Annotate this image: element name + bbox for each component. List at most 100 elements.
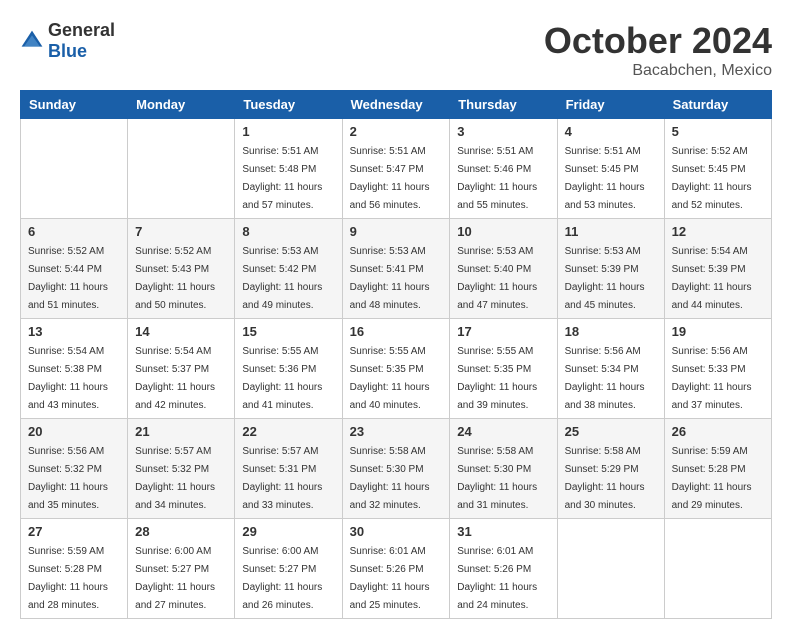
day-number: 23 bbox=[350, 424, 443, 439]
day-info: Sunrise: 5:51 AMSunset: 5:47 PMDaylight:… bbox=[350, 146, 430, 211]
day-number: 19 bbox=[672, 324, 764, 339]
calendar-day-cell: 15 Sunrise: 5:55 AMSunset: 5:36 PMDaylig… bbox=[235, 319, 342, 419]
calendar-day-cell: 9 Sunrise: 5:53 AMSunset: 5:41 PMDayligh… bbox=[342, 219, 450, 319]
day-info: Sunrise: 5:51 AMSunset: 5:45 PMDaylight:… bbox=[565, 146, 645, 211]
day-number: 6 bbox=[28, 224, 120, 239]
calendar-day-cell: 4 Sunrise: 5:51 AMSunset: 5:45 PMDayligh… bbox=[557, 119, 664, 219]
calendar-day-cell: 2 Sunrise: 5:51 AMSunset: 5:47 PMDayligh… bbox=[342, 119, 450, 219]
day-number: 7 bbox=[135, 224, 227, 239]
day-info: Sunrise: 5:57 AMSunset: 5:31 PMDaylight:… bbox=[242, 446, 322, 511]
day-info: Sunrise: 5:51 AMSunset: 5:46 PMDaylight:… bbox=[457, 146, 537, 211]
calendar-day-cell: 18 Sunrise: 5:56 AMSunset: 5:34 PMDaylig… bbox=[557, 319, 664, 419]
title-section: October 2024 Bacabchen, Mexico bbox=[544, 20, 772, 80]
day-info: Sunrise: 5:53 AMSunset: 5:39 PMDaylight:… bbox=[565, 246, 645, 311]
day-info: Sunrise: 6:01 AMSunset: 5:26 PMDaylight:… bbox=[457, 546, 537, 611]
calendar-day-cell: 14 Sunrise: 5:54 AMSunset: 5:37 PMDaylig… bbox=[128, 319, 235, 419]
day-info: Sunrise: 5:54 AMSunset: 5:38 PMDaylight:… bbox=[28, 346, 108, 411]
day-info: Sunrise: 5:53 AMSunset: 5:41 PMDaylight:… bbox=[350, 246, 430, 311]
day-number: 14 bbox=[135, 324, 227, 339]
day-number: 26 bbox=[672, 424, 764, 439]
calendar-day-cell: 10 Sunrise: 5:53 AMSunset: 5:40 PMDaylig… bbox=[450, 219, 557, 319]
weekday-header: Friday bbox=[557, 91, 664, 119]
day-number: 22 bbox=[242, 424, 334, 439]
calendar-day-cell: 30 Sunrise: 6:01 AMSunset: 5:26 PMDaylig… bbox=[342, 519, 450, 619]
day-number: 4 bbox=[565, 124, 657, 139]
day-number: 15 bbox=[242, 324, 334, 339]
logo: General Blue bbox=[20, 20, 115, 62]
day-info: Sunrise: 5:52 AMSunset: 5:44 PMDaylight:… bbox=[28, 246, 108, 311]
logo-text-blue: Blue bbox=[48, 41, 87, 61]
day-info: Sunrise: 5:58 AMSunset: 5:30 PMDaylight:… bbox=[350, 446, 430, 511]
weekday-header: Sunday bbox=[21, 91, 128, 119]
day-info: Sunrise: 5:59 AMSunset: 5:28 PMDaylight:… bbox=[672, 446, 752, 511]
calendar-day-cell: 19 Sunrise: 5:56 AMSunset: 5:33 PMDaylig… bbox=[664, 319, 771, 419]
day-number: 29 bbox=[242, 524, 334, 539]
calendar-day-cell bbox=[664, 519, 771, 619]
calendar-day-cell: 28 Sunrise: 6:00 AMSunset: 5:27 PMDaylig… bbox=[128, 519, 235, 619]
day-number: 12 bbox=[672, 224, 764, 239]
day-number: 18 bbox=[565, 324, 657, 339]
weekday-header: Monday bbox=[128, 91, 235, 119]
calendar-day-cell: 6 Sunrise: 5:52 AMSunset: 5:44 PMDayligh… bbox=[21, 219, 128, 319]
calendar-day-cell: 7 Sunrise: 5:52 AMSunset: 5:43 PMDayligh… bbox=[128, 219, 235, 319]
day-number: 10 bbox=[457, 224, 549, 239]
weekday-header: Thursday bbox=[450, 91, 557, 119]
day-number: 31 bbox=[457, 524, 549, 539]
calendar-day-cell: 17 Sunrise: 5:55 AMSunset: 5:35 PMDaylig… bbox=[450, 319, 557, 419]
day-number: 5 bbox=[672, 124, 764, 139]
month-title: October 2024 bbox=[544, 20, 772, 62]
day-number: 13 bbox=[28, 324, 120, 339]
calendar-day-cell: 29 Sunrise: 6:00 AMSunset: 5:27 PMDaylig… bbox=[235, 519, 342, 619]
calendar-day-cell: 27 Sunrise: 5:59 AMSunset: 5:28 PMDaylig… bbox=[21, 519, 128, 619]
calendar-week-row: 13 Sunrise: 5:54 AMSunset: 5:38 PMDaylig… bbox=[21, 319, 772, 419]
calendar-day-cell: 5 Sunrise: 5:52 AMSunset: 5:45 PMDayligh… bbox=[664, 119, 771, 219]
day-number: 30 bbox=[350, 524, 443, 539]
day-number: 9 bbox=[350, 224, 443, 239]
calendar-week-row: 1 Sunrise: 5:51 AMSunset: 5:48 PMDayligh… bbox=[21, 119, 772, 219]
calendar-week-row: 20 Sunrise: 5:56 AMSunset: 5:32 PMDaylig… bbox=[21, 419, 772, 519]
day-number: 17 bbox=[457, 324, 549, 339]
weekday-header: Saturday bbox=[664, 91, 771, 119]
calendar-day-cell: 26 Sunrise: 5:59 AMSunset: 5:28 PMDaylig… bbox=[664, 419, 771, 519]
day-info: Sunrise: 5:58 AMSunset: 5:29 PMDaylight:… bbox=[565, 446, 645, 511]
day-info: Sunrise: 5:55 AMSunset: 5:36 PMDaylight:… bbox=[242, 346, 322, 411]
day-number: 11 bbox=[565, 224, 657, 239]
day-info: Sunrise: 5:55 AMSunset: 5:35 PMDaylight:… bbox=[350, 346, 430, 411]
day-number: 1 bbox=[242, 124, 334, 139]
logo-icon bbox=[20, 29, 44, 53]
day-number: 21 bbox=[135, 424, 227, 439]
calendar-day-cell bbox=[21, 119, 128, 219]
day-number: 8 bbox=[242, 224, 334, 239]
logo-text-general: General bbox=[48, 20, 115, 40]
weekday-header: Tuesday bbox=[235, 91, 342, 119]
calendar-week-row: 27 Sunrise: 5:59 AMSunset: 5:28 PMDaylig… bbox=[21, 519, 772, 619]
day-number: 24 bbox=[457, 424, 549, 439]
day-number: 25 bbox=[565, 424, 657, 439]
day-info: Sunrise: 6:00 AMSunset: 5:27 PMDaylight:… bbox=[242, 546, 322, 611]
day-info: Sunrise: 6:01 AMSunset: 5:26 PMDaylight:… bbox=[350, 546, 430, 611]
calendar-table: SundayMondayTuesdayWednesdayThursdayFrid… bbox=[20, 90, 772, 619]
day-info: Sunrise: 5:55 AMSunset: 5:35 PMDaylight:… bbox=[457, 346, 537, 411]
day-info: Sunrise: 5:52 AMSunset: 5:45 PMDaylight:… bbox=[672, 146, 752, 211]
calendar-day-cell: 24 Sunrise: 5:58 AMSunset: 5:30 PMDaylig… bbox=[450, 419, 557, 519]
calendar-day-cell: 16 Sunrise: 5:55 AMSunset: 5:35 PMDaylig… bbox=[342, 319, 450, 419]
day-info: Sunrise: 5:57 AMSunset: 5:32 PMDaylight:… bbox=[135, 446, 215, 511]
calendar-day-cell: 25 Sunrise: 5:58 AMSunset: 5:29 PMDaylig… bbox=[557, 419, 664, 519]
calendar-day-cell: 23 Sunrise: 5:58 AMSunset: 5:30 PMDaylig… bbox=[342, 419, 450, 519]
day-info: Sunrise: 5:56 AMSunset: 5:32 PMDaylight:… bbox=[28, 446, 108, 511]
day-number: 27 bbox=[28, 524, 120, 539]
day-info: Sunrise: 5:59 AMSunset: 5:28 PMDaylight:… bbox=[28, 546, 108, 611]
day-info: Sunrise: 5:54 AMSunset: 5:39 PMDaylight:… bbox=[672, 246, 752, 311]
calendar-day-cell: 1 Sunrise: 5:51 AMSunset: 5:48 PMDayligh… bbox=[235, 119, 342, 219]
calendar-day-cell bbox=[128, 119, 235, 219]
calendar-day-cell: 31 Sunrise: 6:01 AMSunset: 5:26 PMDaylig… bbox=[450, 519, 557, 619]
day-info: Sunrise: 6:00 AMSunset: 5:27 PMDaylight:… bbox=[135, 546, 215, 611]
day-info: Sunrise: 5:56 AMSunset: 5:33 PMDaylight:… bbox=[672, 346, 752, 411]
day-number: 16 bbox=[350, 324, 443, 339]
calendar-day-cell: 8 Sunrise: 5:53 AMSunset: 5:42 PMDayligh… bbox=[235, 219, 342, 319]
day-info: Sunrise: 5:56 AMSunset: 5:34 PMDaylight:… bbox=[565, 346, 645, 411]
calendar-day-cell: 12 Sunrise: 5:54 AMSunset: 5:39 PMDaylig… bbox=[664, 219, 771, 319]
day-number: 20 bbox=[28, 424, 120, 439]
weekday-header: Wednesday bbox=[342, 91, 450, 119]
calendar-day-cell bbox=[557, 519, 664, 619]
